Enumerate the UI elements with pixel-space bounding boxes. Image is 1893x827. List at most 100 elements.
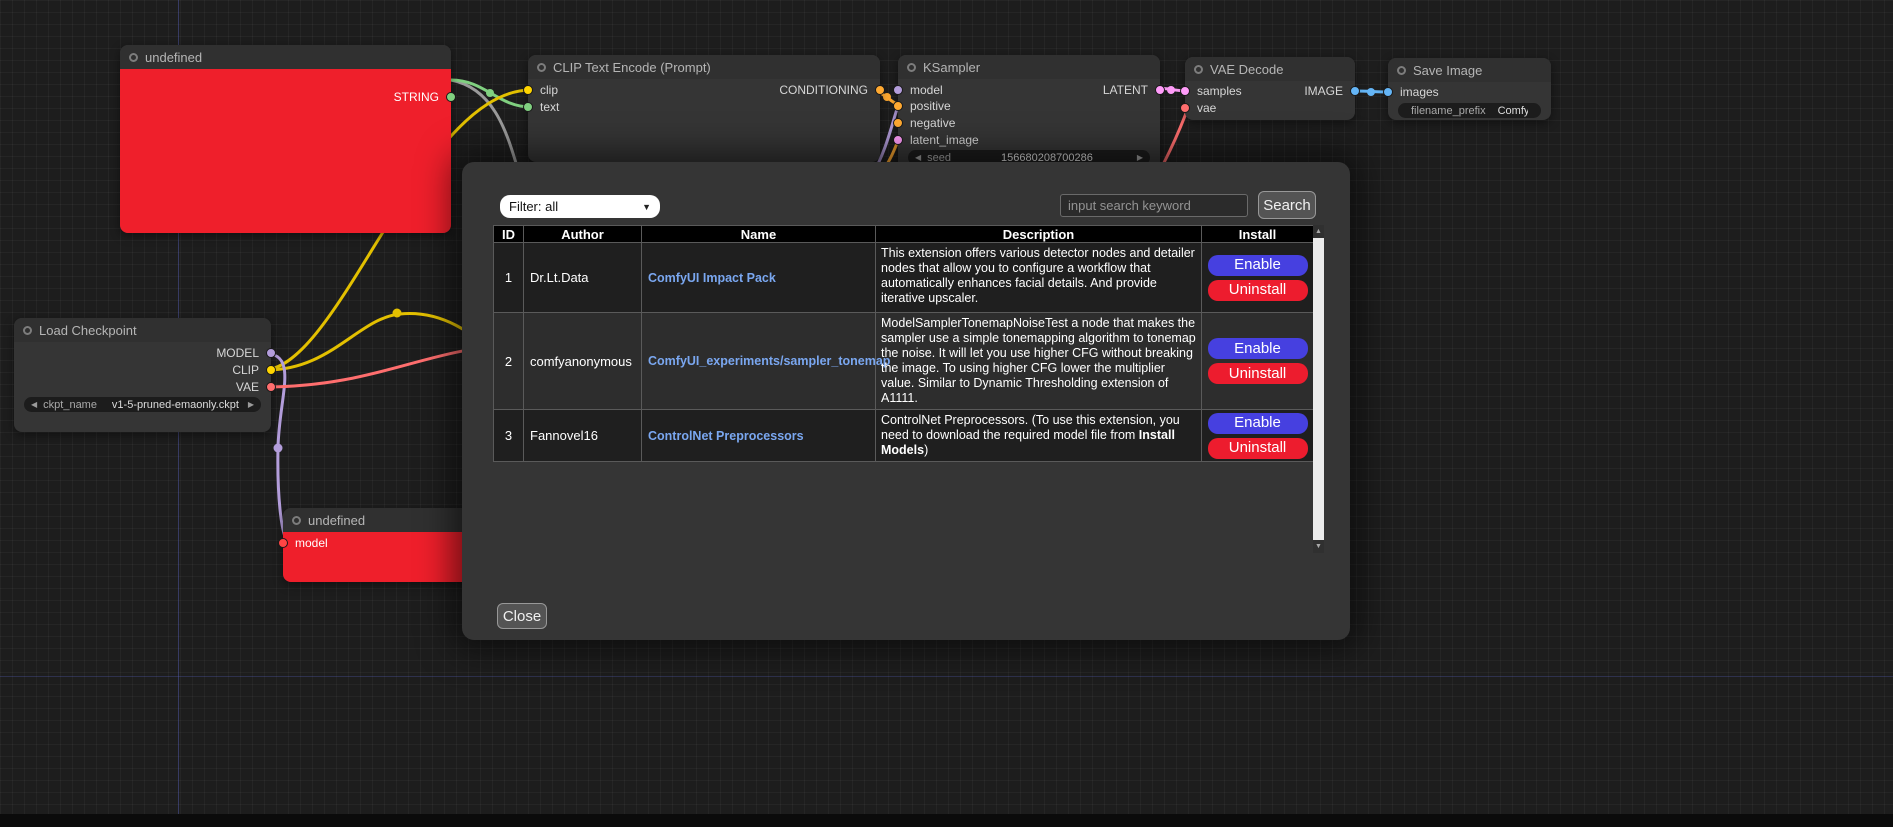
increment-arrow-icon[interactable]: ▶	[1137, 153, 1143, 162]
input-pin-negative[interactable]	[893, 118, 903, 128]
uninstall-button[interactable]: Uninstall	[1208, 363, 1308, 384]
uninstall-button[interactable]: Uninstall	[1208, 280, 1308, 301]
collapse-dot-icon[interactable]	[1397, 66, 1406, 75]
slot-label: LATENT	[1103, 83, 1148, 97]
input-slot-images: images	[1388, 85, 1551, 99]
header-description: Description	[876, 226, 1202, 243]
output-pin-model[interactable]	[266, 348, 276, 358]
node-title-bar[interactable]: CLIP Text Encode (Prompt)	[528, 55, 880, 79]
slot-label: STRING	[394, 90, 439, 104]
cell-id: 1	[494, 243, 524, 313]
prev-arrow-icon[interactable]: ◀	[31, 400, 37, 409]
collapse-dot-icon[interactable]	[1194, 65, 1203, 74]
input-slot-negative: negative	[898, 116, 1160, 130]
output-slot-string: STRING	[120, 90, 451, 104]
node-body: STRING	[120, 69, 451, 233]
input-slot-positive: positive	[898, 99, 1160, 113]
output-slot-latent: LATENT	[898, 83, 1160, 97]
slot-label: vae	[1197, 101, 1216, 115]
collapse-dot-icon[interactable]	[292, 516, 301, 525]
node-title-bar[interactable]: Load Checkpoint	[14, 318, 271, 342]
link-midpoint-dot	[274, 444, 283, 453]
input-pin-model[interactable]	[278, 538, 288, 548]
node-title-bar[interactable]: undefined	[120, 45, 451, 69]
cell-author: comfyanonymous	[524, 313, 642, 410]
output-pin-string[interactable]	[446, 92, 456, 102]
link-midpoint-dot	[393, 309, 402, 318]
input-slot-latent-image: latent_image	[898, 133, 1160, 147]
filter-select[interactable]: Filter: all ▼	[500, 195, 660, 218]
collapse-dot-icon[interactable]	[537, 63, 546, 72]
input-pin-vae[interactable]	[1180, 103, 1190, 113]
node-undefined-top[interactable]: undefined STRING	[120, 45, 451, 233]
node-title-bar[interactable]: Save Image	[1388, 58, 1551, 82]
output-slot-image: IMAGE	[1185, 84, 1355, 98]
input-pin-images[interactable]	[1383, 87, 1393, 97]
custom-nodes-dialog: Filter: all ▼ Search ID Author Name Desc…	[462, 162, 1350, 640]
node-title-bar[interactable]: KSampler	[898, 55, 1160, 79]
collapse-dot-icon[interactable]	[129, 53, 138, 62]
window-bottom-edge	[0, 814, 1893, 827]
ckpt-name-widget[interactable]: ◀ ckpt_name v1-5-pruned-emaonly.ckpt ▶	[24, 397, 261, 412]
node-save-image[interactable]: Save Image images filename_prefix ComfyU…	[1388, 58, 1551, 120]
cell-install: Enable Uninstall	[1202, 313, 1314, 410]
enable-button[interactable]: Enable	[1208, 255, 1308, 276]
node-ksampler[interactable]: KSampler model positive negative latent_…	[898, 55, 1160, 175]
link-midpoint-dot	[1167, 86, 1175, 94]
node-vae-decode[interactable]: VAE Decode samples vae IMAGE	[1185, 57, 1355, 120]
node-title: undefined	[308, 513, 365, 528]
slot-label: negative	[910, 116, 955, 130]
output-pin-image[interactable]	[1350, 86, 1360, 96]
node-graph-canvas[interactable]: undefined STRING CLIP Text Encode (Promp…	[0, 0, 1893, 827]
output-pin-latent[interactable]	[1155, 85, 1165, 95]
table-row: 2 comfyanonymous ComfyUI_experiments/sam…	[494, 313, 1314, 410]
table-row: 1 Dr.Lt.Data ComfyUI Impact Pack This ex…	[494, 243, 1314, 313]
input-pin-latent-image[interactable]	[893, 135, 903, 145]
output-pin-vae[interactable]	[266, 382, 276, 392]
decrement-arrow-icon[interactable]: ◀	[915, 153, 921, 162]
enable-button[interactable]: Enable	[1208, 338, 1308, 359]
next-arrow-icon[interactable]: ▶	[248, 400, 254, 409]
cell-description: ControlNet Preprocessors. (To use this e…	[876, 410, 1202, 462]
widget-value[interactable]: v1-5-pruned-emaonly.ckpt	[112, 399, 239, 411]
uninstall-button[interactable]: Uninstall	[1208, 438, 1308, 459]
extension-link[interactable]: ComfyUI_experiments/sampler_tonemap	[648, 354, 890, 368]
node-title: Load Checkpoint	[39, 323, 137, 338]
scrollbar-thumb[interactable]	[1313, 238, 1324, 540]
output-slot-vae: VAE	[14, 380, 271, 394]
close-button[interactable]: Close	[497, 603, 547, 629]
output-pin-clip[interactable]	[266, 365, 276, 375]
search-button[interactable]: Search	[1258, 191, 1316, 219]
widget-label: filename_prefix	[1411, 105, 1486, 117]
cell-id: 3	[494, 410, 524, 462]
node-title: VAE Decode	[1210, 62, 1283, 77]
node-clip-text-encode[interactable]: CLIP Text Encode (Prompt) clip text COND…	[528, 55, 880, 162]
node-load-checkpoint[interactable]: Load Checkpoint MODEL CLIP VAE ◀ ckpt_na…	[14, 318, 271, 432]
scroll-down-icon[interactable]: ▼	[1313, 540, 1324, 553]
collapse-dot-icon[interactable]	[907, 63, 916, 72]
extension-link[interactable]: ControlNet Preprocessors	[648, 429, 804, 443]
search-input[interactable]	[1060, 194, 1248, 217]
filename-prefix-widget[interactable]: filename_prefix ComfyUI	[1398, 103, 1541, 118]
table-row: 3 Fannovel16 ControlNet Preprocessors Co…	[494, 410, 1314, 462]
extensions-table: ID Author Name Description Install 1 Dr.…	[493, 225, 1314, 462]
output-slot-conditioning: CONDITIONING	[528, 83, 880, 97]
header-name: Name	[642, 226, 876, 243]
enable-button[interactable]: Enable	[1208, 413, 1308, 434]
output-pin-conditioning[interactable]	[875, 85, 885, 95]
slot-label: CLIP	[232, 363, 259, 377]
table-scrollbar[interactable]: ▲ ▼	[1313, 225, 1324, 553]
cell-id: 2	[494, 313, 524, 410]
node-title-bar[interactable]: VAE Decode	[1185, 57, 1355, 81]
link-midpoint-dot	[486, 89, 494, 97]
scroll-up-icon[interactable]: ▲	[1313, 225, 1324, 238]
collapse-dot-icon[interactable]	[23, 326, 32, 335]
link-midpoint-dot	[1367, 88, 1375, 96]
node-title: Save Image	[1413, 63, 1482, 78]
header-id: ID	[494, 226, 524, 243]
header-author: Author	[524, 226, 642, 243]
input-pin-text[interactable]	[523, 102, 533, 112]
input-pin-positive[interactable]	[893, 101, 903, 111]
widget-value[interactable]: ComfyUI	[1498, 105, 1528, 117]
extension-link[interactable]: ComfyUI Impact Pack	[648, 271, 776, 285]
